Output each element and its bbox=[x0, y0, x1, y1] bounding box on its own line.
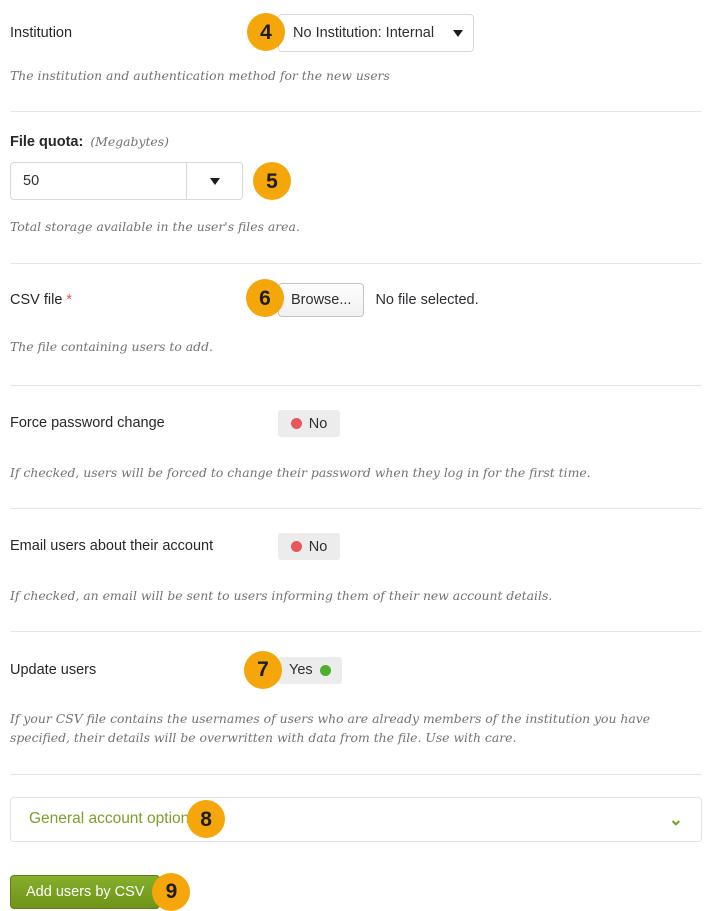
accordion-title-wrap: General account options 8 bbox=[29, 800, 235, 839]
email-users-help: If checked, an email will be sent to use… bbox=[10, 587, 553, 603]
file-quota-row: 5 bbox=[10, 162, 702, 201]
force-password-change-toggle[interactable]: No bbox=[278, 410, 340, 438]
file-quota-input[interactable] bbox=[10, 162, 186, 201]
status-dot-icon bbox=[290, 541, 302, 553]
update-users-label: Update users bbox=[10, 661, 97, 678]
email-users-label: Email users about their account bbox=[10, 538, 214, 555]
field-file-quota: File quota: (Megabytes) 5 bbox=[0, 112, 712, 201]
file-quota-input-group bbox=[10, 162, 243, 201]
step-badge-7: 7 bbox=[244, 650, 282, 689]
status-dot-icon bbox=[290, 418, 302, 430]
institution-select-value: No Institution: Internal bbox=[293, 25, 435, 41]
general-account-options-accordion[interactable]: General account options 8 ⌄ bbox=[10, 796, 702, 842]
chevron-down-icon bbox=[209, 177, 220, 185]
csv-file-label-text: CSV file bbox=[10, 292, 63, 309]
file-quota-label: File quota: (Megabytes) bbox=[10, 134, 702, 150]
accordion-wrapper: General account options 8 ⌄ bbox=[0, 796, 712, 842]
file-quota-control: 5 bbox=[10, 162, 291, 201]
field-institution: Institution 4 No Institution: Internal bbox=[0, 0, 712, 52]
step-badge-9: 9 bbox=[152, 872, 191, 911]
force-password-change-row: Force password change No bbox=[10, 407, 702, 441]
step-badge-4: 4 bbox=[247, 13, 285, 51]
file-quota-unit: (Megabytes) bbox=[90, 134, 169, 150]
submit-wrapper: Add users by CSV 9 bbox=[0, 872, 712, 911]
toggle-state-label: Yes bbox=[289, 662, 313, 679]
csv-file-row: CSV file * 6 Browse... No file selected. bbox=[10, 279, 702, 318]
institution-select[interactable]: No Institution: Internal bbox=[278, 14, 474, 52]
add-users-by-csv-form: Institution 4 No Institution: Internal T… bbox=[0, 0, 712, 911]
file-quota-help: Total storage available in the user's fi… bbox=[10, 219, 300, 235]
institution-label: Institution bbox=[10, 24, 73, 41]
institution-row: Institution 4 No Institution: Internal bbox=[10, 13, 702, 52]
update-users-row: Update users 7 Yes bbox=[10, 650, 702, 689]
chevron-down-icon: ⌄ bbox=[668, 809, 683, 829]
chevron-down-icon bbox=[453, 29, 463, 37]
field-force-password-change: Force password change No bbox=[0, 386, 712, 441]
step-badge-8: 8 bbox=[187, 800, 226, 839]
institution-control: 4 No Institution: Internal bbox=[247, 13, 474, 52]
step-badge-5: 5 bbox=[253, 162, 291, 201]
required-asterisk: * bbox=[66, 292, 73, 309]
toggle-state-label: No bbox=[308, 415, 328, 432]
browse-button[interactable]: Browse... bbox=[278, 283, 365, 318]
update-users-help: If your CSV file contains the usernames … bbox=[10, 711, 651, 746]
force-password-change-control: No bbox=[278, 410, 340, 438]
csv-file-control: 6 Browse... No file selected. bbox=[246, 279, 479, 318]
update-users-toggle[interactable]: Yes bbox=[278, 656, 342, 684]
institution-help: The institution and authentication metho… bbox=[10, 68, 390, 83]
field-email-users: Email users about their account No bbox=[0, 509, 712, 564]
status-dot-icon bbox=[319, 664, 331, 676]
email-users-control: No bbox=[278, 533, 340, 561]
csv-file-label: CSV file * bbox=[10, 291, 278, 310]
email-users-row: Email users about their account No bbox=[10, 530, 702, 564]
field-update-users: Update users 7 Yes bbox=[0, 632, 712, 689]
toggle-state-label: No bbox=[308, 538, 328, 555]
file-selected-status: No file selected. bbox=[375, 292, 479, 309]
accordion-title: General account options bbox=[29, 810, 198, 828]
file-quota-dropdown-button[interactable] bbox=[186, 162, 243, 201]
field-csv-file: CSV file * 6 Browse... No file selected. bbox=[0, 264, 712, 318]
email-users-toggle[interactable]: No bbox=[278, 533, 340, 561]
divider bbox=[10, 773, 702, 775]
update-users-control: 7 Yes bbox=[244, 650, 342, 689]
force-password-change-label: Force password change bbox=[10, 415, 165, 432]
csv-file-help: The file containing users to add. bbox=[10, 339, 213, 355]
force-password-change-help: If checked, users will be forced to chan… bbox=[10, 464, 591, 480]
file-quota-label-text: File quota: bbox=[10, 134, 84, 151]
add-users-by-csv-button[interactable]: Add users by CSV bbox=[10, 874, 161, 909]
